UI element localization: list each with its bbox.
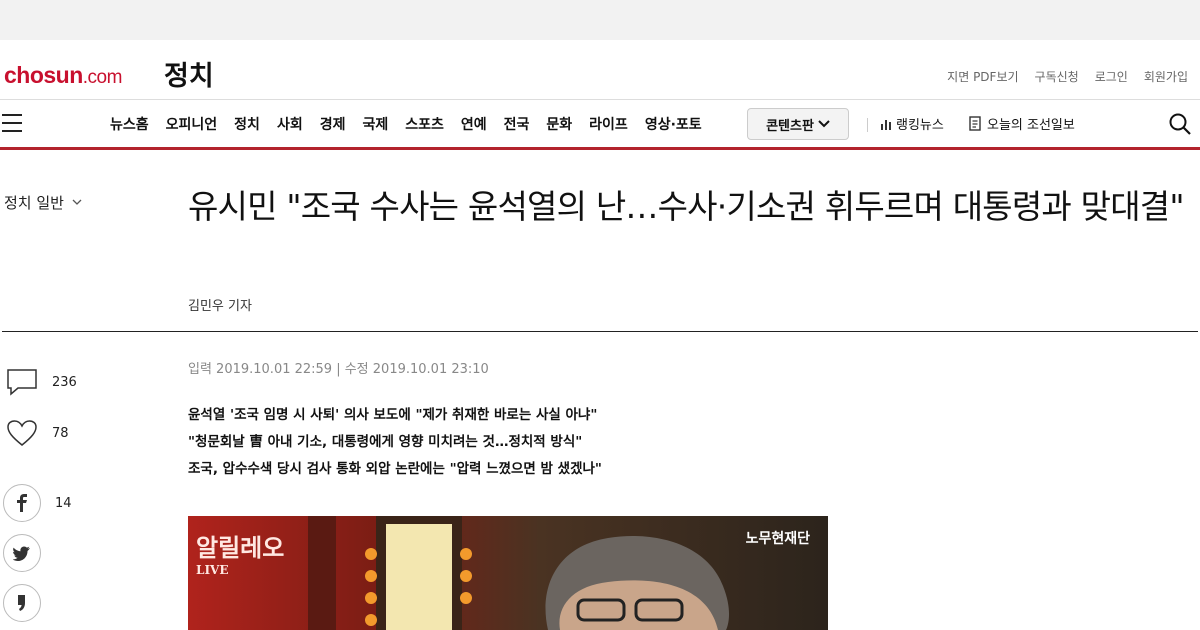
chevron-down-icon — [72, 199, 82, 205]
login-link[interactable]: 로그인 — [1095, 68, 1128, 85]
nav-item-international[interactable]: 국제 — [362, 114, 388, 134]
article-headline: 유시민 "조국 수사는 윤석열의 난…수사·기소권 휘두르며 대통령과 맞대결" — [188, 187, 1185, 226]
photo-show-logo: 알릴레오 LIVE — [196, 533, 285, 577]
heart-icon — [7, 420, 37, 446]
chosun-logo[interactable]: chosun.com — [4, 62, 122, 89]
today-paper-link[interactable]: 오늘의 조선일보 — [969, 100, 1075, 147]
ranking-news-label: 랭킹뉴스 — [896, 118, 944, 133]
nav-item-life[interactable]: 라이프 — [589, 114, 628, 134]
subscribe-link[interactable]: 구독신청 — [1035, 68, 1079, 85]
like-count: 78 — [52, 425, 69, 441]
nav-separator — [867, 118, 868, 132]
facebook-share[interactable]: 14 — [3, 484, 72, 522]
content-board-button[interactable]: 콘텐츠판 — [747, 108, 849, 140]
section-title[interactable]: 정치 — [164, 54, 214, 93]
signup-link[interactable]: 회원가입 — [1144, 68, 1188, 85]
search-icon[interactable] — [1168, 112, 1192, 136]
facebook-icon — [17, 494, 27, 512]
like-button[interactable]: 78 — [6, 419, 69, 447]
twitter-icon — [13, 545, 30, 561]
nav-item-video-photo[interactable]: 영상·포토 — [645, 114, 702, 134]
content-board-label: 콘텐츠판 — [766, 118, 814, 134]
twitter-share[interactable] — [3, 534, 41, 572]
nav-item-culture[interactable]: 문화 — [546, 114, 572, 134]
photo-watermark: 노무현재단 — [745, 531, 810, 547]
main-nav: 뉴스홈 오피니언 정치 사회 경제 국제 스포츠 연예 전국 문화 라이프 영상… — [0, 100, 1200, 150]
comment-count: 236 — [52, 374, 77, 390]
site-header: chosun.com 정치 지면 PDF보기 구독신청 로그인 회원가입 — [0, 40, 1200, 100]
twitter-share-button[interactable] — [3, 534, 41, 572]
nav-item-national[interactable]: 전국 — [504, 114, 530, 134]
utility-links: 지면 PDF보기 구독신청 로그인 회원가입 — [947, 68, 1188, 85]
category-label: 정치 일반 — [4, 194, 64, 212]
pdf-link[interactable]: 지면 PDF보기 — [947, 68, 1018, 85]
category-dropdown[interactable]: 정치 일반 — [4, 192, 82, 213]
nav-item-sports[interactable]: 스포츠 — [405, 114, 444, 134]
ranking-news-link[interactable]: 랭킹뉴스 — [880, 100, 944, 147]
subhead-line: 조국, 압수수색 당시 검사 통화 외압 논란에는 "압력 느꼈으면 밤 샜겠나… — [188, 461, 602, 477]
article-subheads: 윤석열 '조국 임명 시 사퇴' 의사 보도에 "제가 취재한 바로는 사실 아… — [188, 402, 602, 483]
author-byline[interactable]: 김민우 기자 — [188, 295, 252, 314]
chevron-down-icon — [818, 120, 830, 128]
facebook-share-button[interactable] — [3, 484, 41, 522]
comment-icon — [7, 369, 37, 396]
nav-item-society[interactable]: 사회 — [277, 114, 303, 134]
nav-item-opinion[interactable]: 오피니언 — [166, 114, 218, 134]
top-bar — [0, 0, 1200, 40]
kakao-story-icon — [18, 595, 25, 611]
nav-links: 뉴스홈 오피니언 정치 사회 경제 국제 스포츠 연예 전국 문화 라이프 영상… — [110, 100, 702, 147]
nav-item-politics[interactable]: 정치 — [234, 114, 260, 134]
kakao-share-button[interactable] — [3, 584, 41, 622]
share-count: 14 — [55, 495, 72, 511]
article-dates: 입력 2019.10.01 22:59 | 수정 2019.10.01 23:1… — [188, 362, 489, 377]
nav-item-economy[interactable]: 경제 — [320, 114, 346, 134]
nav-item-entertainment[interactable]: 연예 — [461, 114, 487, 134]
subhead-line: 윤석열 '조국 임명 시 사퇴' 의사 보도에 "제가 취재한 바로는 사실 아… — [188, 407, 598, 423]
article-photo[interactable]: 알릴레오 LIVE 노무현재단 — [188, 516, 828, 630]
newspaper-icon — [969, 116, 981, 131]
comment-button[interactable]: 236 — [6, 368, 77, 396]
nav-item-newshome[interactable]: 뉴스홈 — [110, 114, 149, 134]
bar-chart-icon — [881, 119, 891, 130]
subhead-line: "청문회날 曺 아내 기소, 대통령에게 영향 미치려는 것…정치적 방식" — [188, 434, 583, 450]
kakao-share[interactable] — [3, 584, 41, 622]
menu-icon[interactable] — [2, 114, 22, 132]
headline-divider — [2, 331, 1198, 332]
today-paper-label: 오늘의 조선일보 — [987, 118, 1075, 133]
